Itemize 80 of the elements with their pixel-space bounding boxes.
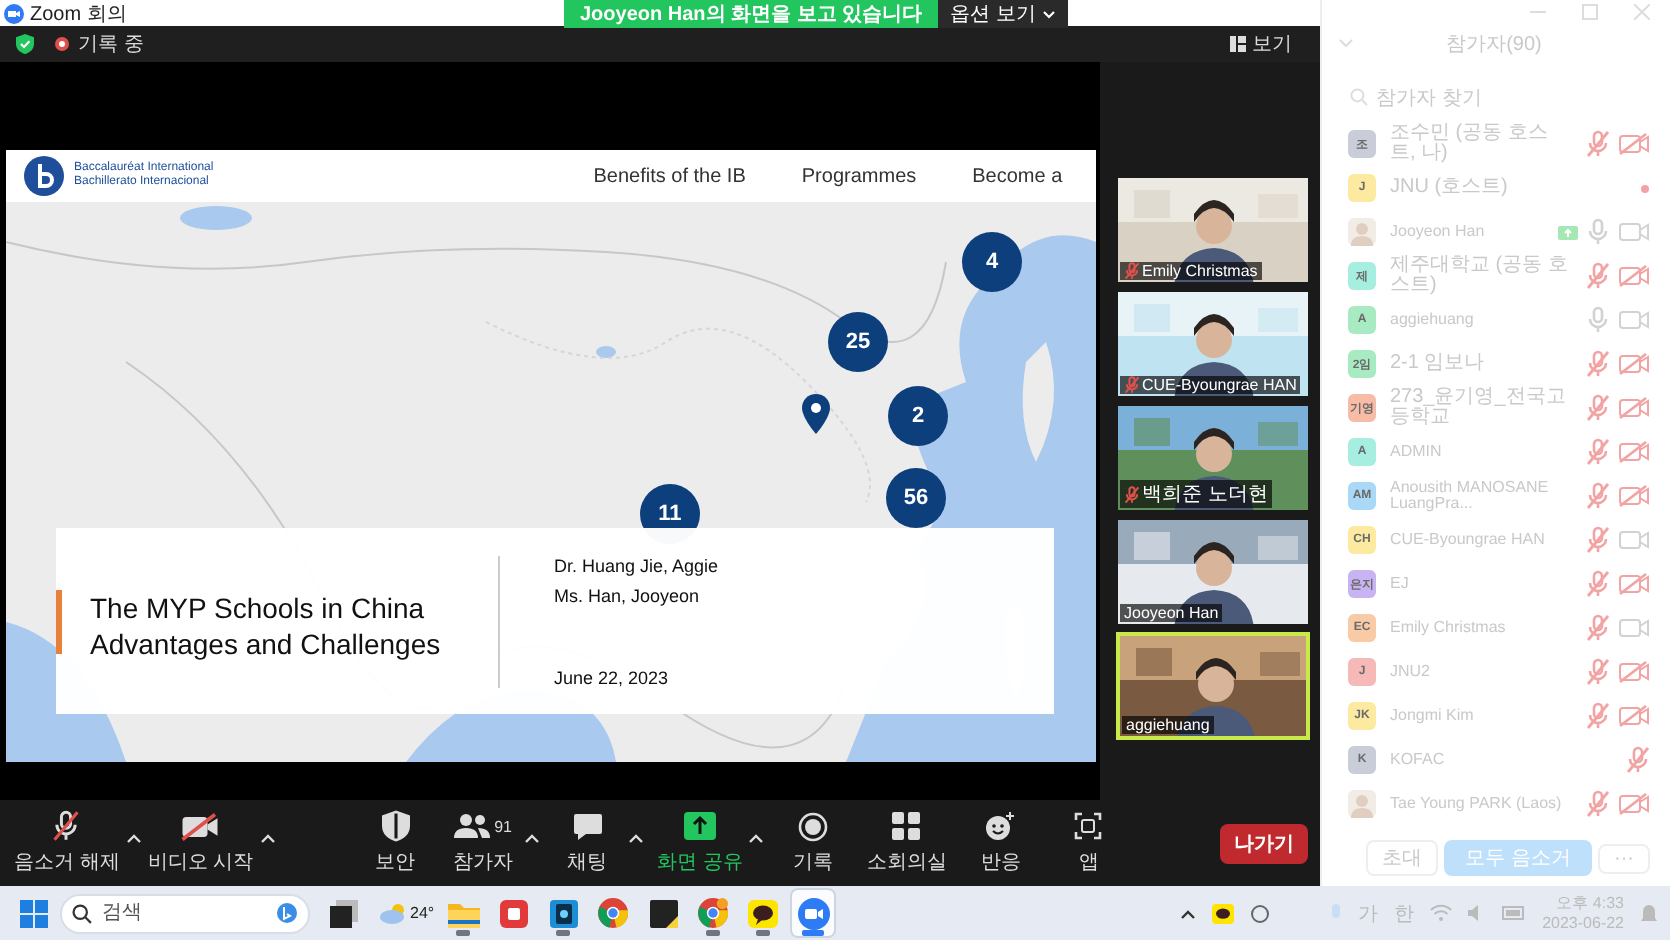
chevron-down-icon [1041, 9, 1056, 19]
nav-link[interactable]: Benefits of the IB [593, 165, 746, 187]
participant-name: CUE-Byoungrae HAN [1142, 376, 1297, 394]
battery-icon[interactable] [1502, 904, 1527, 922]
slide-date: June 22, 2023 [554, 667, 671, 687]
search-field[interactable]: 검색 [60, 893, 310, 933]
mic-muted-icon[interactable] [52, 810, 81, 842]
caret-icon[interactable] [748, 832, 765, 844]
close-icon[interactable] [1634, 4, 1650, 20]
layout-icon [1230, 36, 1246, 52]
video-tile[interactable]: CUE-Byoungrae HAN [1116, 290, 1310, 398]
caret-icon[interactable] [523, 832, 540, 844]
search-icon [1350, 88, 1368, 106]
maximize-icon[interactable] [1582, 4, 1598, 20]
video-tile[interactable]: Emily Christmas [1116, 176, 1310, 284]
toolbar-button[interactable]: 앱 [1048, 810, 1129, 876]
apps-icon [1074, 812, 1103, 840]
smiley-icon [984, 811, 1017, 841]
toolbar-button[interactable]: 기록 [772, 810, 853, 876]
toolbar-button[interactable]: 음소거 해제 [8, 810, 126, 876]
wifi-icon[interactable] [1430, 904, 1453, 922]
sharing-banner: Jooyeon Han의 화면을 보고 있습니다 [564, 0, 939, 28]
view-button[interactable]: 보기 [1230, 30, 1304, 58]
share-screen-icon [683, 812, 716, 840]
microphone-icon[interactable] [1330, 903, 1343, 923]
toolbar-button[interactable]: 반응 [960, 810, 1041, 876]
slide-title: Advantages and Challenges [90, 627, 443, 662]
video-tile[interactable]: 백희준 노더현 [1116, 404, 1310, 512]
toolbar-button[interactable]: 채팅 [547, 810, 628, 876]
toolbar-button[interactable]: 화면 공유 [651, 810, 749, 876]
view-options-button[interactable]: 옵션 보기 [938, 0, 1068, 28]
participant-count: 91 [494, 817, 513, 835]
toolbar-button[interactable]: 소회의실 [860, 810, 953, 876]
nav-link[interactable]: Programmes [801, 165, 917, 187]
people-icon [454, 812, 491, 840]
tray-icon[interactable] [1250, 903, 1271, 923]
leave-button[interactable]: 나가기 [1220, 823, 1308, 863]
recording-label: 기록 중 [78, 32, 144, 58]
map-pin-icon[interactable] [802, 394, 830, 434]
mic-icon[interactable] [1586, 218, 1610, 246]
start-icon[interactable] [20, 899, 48, 927]
camera-icon[interactable] [1618, 528, 1650, 552]
shield-icon[interactable] [16, 34, 34, 54]
camera-off-icon[interactable] [180, 811, 221, 841]
camera-icon[interactable] [1618, 616, 1650, 640]
video-tile[interactable]: Jooyeon Han [1116, 518, 1310, 626]
chevron-up-icon[interactable] [1180, 907, 1197, 919]
toolbar-button[interactable]: 비디오 시작 [141, 810, 260, 876]
grid-icon [892, 812, 921, 840]
toolbar-button[interactable]: 91 참가자 [443, 810, 524, 876]
caret-icon[interactable] [259, 832, 276, 844]
weather-widget[interactable]: 24° [380, 902, 435, 924]
avatar-silhouette-icon [1348, 790, 1376, 818]
toolbar-button[interactable]: 보안 [355, 810, 436, 876]
video-tile[interactable]: aggiehuang [1116, 632, 1310, 740]
avatar-silhouette-icon [1348, 218, 1376, 246]
bell-icon[interactable] [1640, 903, 1658, 923]
record-dot-icon [54, 36, 70, 52]
camera-icon[interactable] [1618, 220, 1650, 244]
participant-name: Jooyeon Han [1124, 604, 1219, 622]
shield-icon [381, 810, 410, 842]
participant-name: aggiehuang [1126, 716, 1210, 734]
collapse-icon[interactable] [1338, 38, 1354, 50]
camera-icon[interactable] [1618, 308, 1650, 332]
assistant-icon[interactable] [276, 901, 298, 923]
chat-tray-icon[interactable] [1212, 903, 1235, 923]
caret-icon[interactable] [627, 832, 644, 844]
chat-bubble-icon [571, 811, 604, 841]
participant-name: 백희준 노더현 [1142, 482, 1268, 508]
author-name: Ms. Han, Jooyeon [554, 585, 702, 605]
ib-logo-icon [22, 156, 66, 196]
caret-icon[interactable] [125, 832, 142, 844]
record-icon [797, 811, 828, 841]
mic-icon[interactable] [1586, 306, 1610, 334]
slide-title: The MYP Schools in China [90, 592, 427, 627]
search-icon [72, 903, 92, 923]
participant-name: Emily Christmas [1142, 262, 1258, 280]
nav-link[interactable]: Become a [972, 165, 1063, 187]
window-title: Zoom 회의 [30, 1, 127, 27]
author-name: Dr. Huang Jie, Aggie [554, 555, 719, 575]
